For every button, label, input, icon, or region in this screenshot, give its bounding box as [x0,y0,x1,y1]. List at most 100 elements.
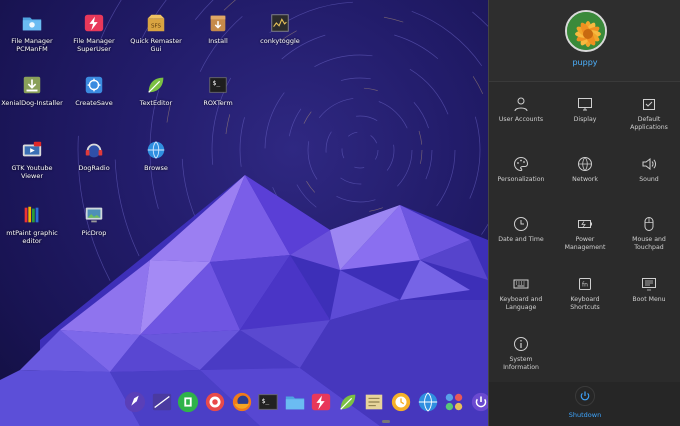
shortcut-key-icon: fn [579,278,591,290]
tile-label: Date and Time [498,236,544,243]
desktop-icon-label: File Manager PCManFM [11,37,53,53]
tile-label: Keyboard and Language [499,296,543,311]
network-icon [578,157,592,171]
active-indicator [382,420,390,423]
power-icon[interactable] [470,390,488,414]
tile-mouse-and-touchpad[interactable]: Mouse and Touchpad [617,208,680,268]
desktop-icon-install[interactable]: Install [186,12,250,45]
desktop-icon-mtpaint[interactable]: mtPaint graphic editor [0,204,64,245]
tile-keyboard-and-language[interactable]: Keyboard and Language [489,268,553,328]
svg-text:fn: fn [582,282,588,289]
conky-chart-icon [271,14,289,32]
desktop-icon-dogradio[interactable]: DogRadio [62,139,126,172]
install-box-icon [210,15,226,32]
tile-label: Network [572,176,598,183]
boot-menu-icon [642,278,656,291]
flower-avatar-icon [567,12,605,50]
shutdown-area: Shutdown [489,382,680,426]
svg-text:$_: $_ [213,79,221,87]
desktop-icon-label: Browse [144,164,168,172]
battery-icon [578,220,592,228]
desktop-icon-texteditor[interactable]: TextEditor [124,74,188,107]
folder-icon [22,17,42,31]
update-icon[interactable] [390,390,413,414]
desktop-icon-label: GTK Youtube Viewer [11,164,53,180]
network-globe-icon[interactable] [416,390,439,414]
superuser-folder-icon [84,14,104,32]
shutdown-button[interactable] [575,386,595,406]
desktop-icon-conkytoggle[interactable]: conkytoggle [248,12,312,45]
svg-text:SFS: SFS [151,24,162,30]
tile-label: Display [573,116,597,123]
tile-power-management[interactable]: Power Management [553,208,617,268]
puppy-icon[interactable] [177,390,200,414]
tile-label: User Accounts [498,116,544,123]
desktop-icon-label: ROXTerm [203,99,233,107]
sfs-package-icon: SFS [147,14,165,32]
desktop-icon-label: CreateSave [75,99,113,107]
tile-boot-menu[interactable]: Boot Menu [617,268,680,328]
desktop-icon-createsave[interactable]: CreateSave [62,74,126,107]
tile-label: Boot Menu [632,296,666,303]
keyboard-icon [513,279,529,289]
tile-keyboard-shortcuts[interactable]: fn Keyboard Shortcuts [553,268,617,328]
default-apps-icon [643,99,655,110]
desktop-icon-browse[interactable]: Browse [124,139,188,172]
palette-icon [514,156,529,172]
user-header: puppy [489,0,680,82]
settings-panel: puppy User Accounts Display Default Appl… [488,0,680,426]
shutdown-label[interactable]: Shutdown [489,411,680,419]
tile-label: Personalization [497,176,545,183]
desktop-icon-label: mtPaint graphic editor [6,229,58,245]
superuser-icon[interactable] [310,390,333,414]
desktop-icon-label: DogRadio [78,164,110,172]
globe-icon [147,141,165,159]
tile-label: Mouse and Touchpad [632,236,666,251]
info-icon [514,337,528,351]
mouse-icon [644,217,654,231]
desktop-icon-label: Quick Remaster Gui [130,37,182,53]
desktop-icon-roxterm[interactable]: $_ ROXTerm [186,74,250,107]
save-icon [85,76,103,94]
desktop-icon-quick-remaster[interactable]: SFS Quick Remaster Gui [124,12,188,53]
rocket-launcher-icon[interactable] [124,390,147,414]
desktop-icon-gtk-youtube-viewer[interactable]: GTK Youtube Viewer [0,139,64,180]
tile-default-applications[interactable]: Default Applications [617,88,680,148]
speaker-icon [642,158,656,170]
terminal-icon[interactable]: $_ [257,390,280,414]
tile-date-and-time[interactable]: Date and Time [489,208,553,268]
desktop-icon-xenialdog-installer[interactable]: XenialDog-Installer [0,74,64,107]
desktop-icon-picdrop[interactable]: PicDrop [62,204,126,237]
notes-icon[interactable] [363,390,386,414]
user-name: puppy [572,58,598,67]
avatar[interactable] [565,10,607,52]
settings-gear-icon[interactable] [204,390,227,414]
tile-personalization[interactable]: Personalization [489,148,553,208]
desktop[interactable]: File Manager PCManFM File Manager SuperU… [0,0,488,426]
terminal-icon: $_ [209,77,227,93]
tile-network[interactable]: Network [553,148,617,208]
tile-label: Default Applications [630,116,668,131]
tile-sound[interactable]: Sound [617,148,680,208]
power-icon [580,391,590,401]
firefox-icon[interactable] [230,390,253,414]
window-manager-icon[interactable] [151,390,174,414]
user-icon [514,97,528,112]
leaf-editor-icon[interactable] [337,390,360,414]
desktop-icon-label: XenialDog-Installer [1,99,63,107]
tile-system-information[interactable]: System Information [489,328,553,388]
paint-pencils-icon [24,206,39,223]
desktop-icon-superuser-fm[interactable]: File Manager SuperUser [62,12,126,53]
taskbar-dock: $_ [120,386,488,418]
youtube-viewer-icon [22,141,42,157]
folder-icon[interactable] [283,390,306,414]
apps-grid-icon[interactable] [443,390,466,414]
svg-text:$_: $_ [262,397,270,405]
desktop-icon-label: PicDrop [81,229,107,237]
radio-headphones-icon [85,143,103,158]
tile-display[interactable]: Display [553,88,617,148]
tile-user-accounts[interactable]: User Accounts [489,88,553,148]
picture-monitor-icon [85,207,103,223]
desktop-icon-pcmanfm[interactable]: File Manager PCManFM [0,12,64,53]
tile-label: System Information [503,356,539,371]
